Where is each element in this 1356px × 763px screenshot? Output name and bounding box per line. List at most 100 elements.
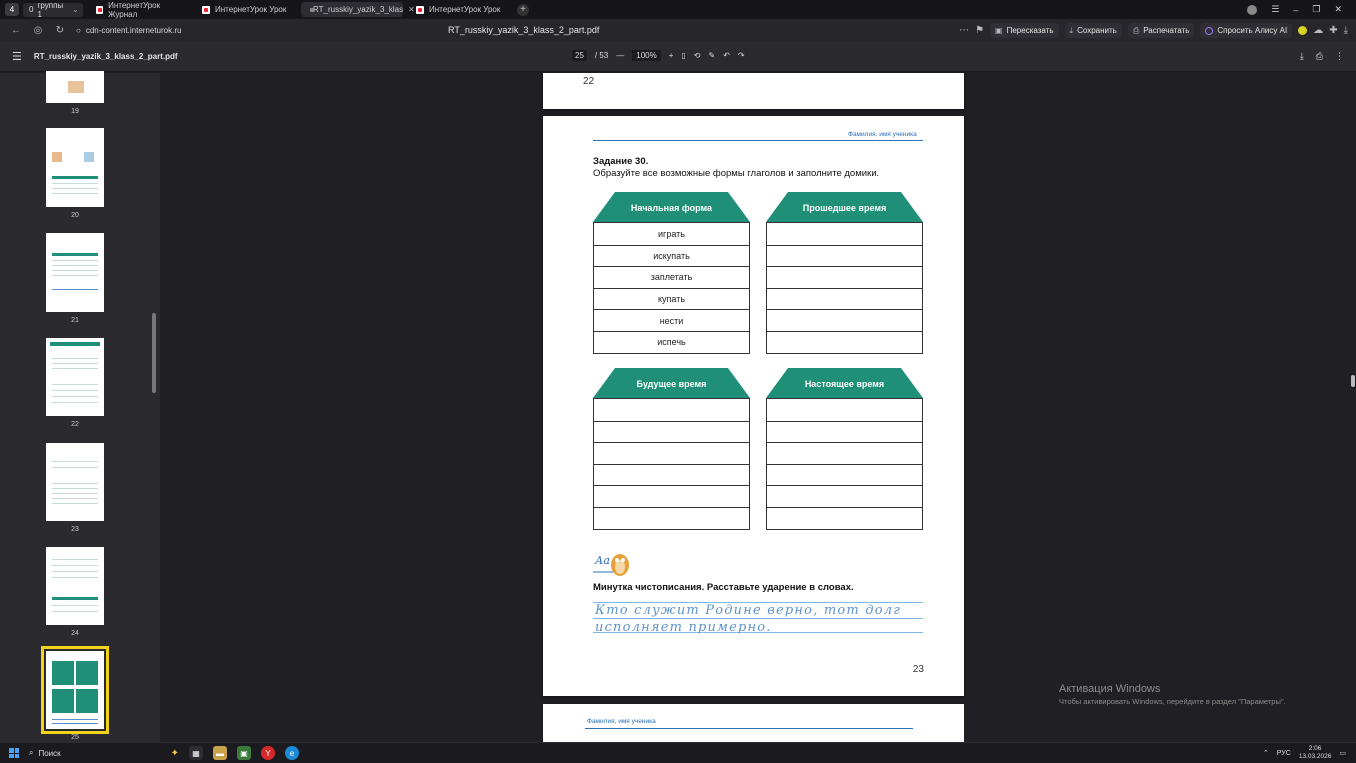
redo-icon[interactable]: ↷ [738, 51, 745, 60]
fit-page-icon[interactable]: ▯ [681, 51, 685, 60]
zoom-in-icon[interactable]: + [669, 51, 674, 60]
notification-icon[interactable]: ▭ [1339, 749, 1346, 757]
tab-group-count: 0 [29, 5, 34, 14]
thumb-line [52, 565, 98, 566]
student-name-label: Фамилия, имя ученика [587, 718, 656, 725]
rotate-icon[interactable]: ⟲ [694, 51, 701, 60]
new-tab-button[interactable]: + [517, 3, 529, 16]
thumbnail-page-25-selected[interactable] [41, 646, 109, 734]
draw-icon[interactable]: ✎ [709, 51, 716, 60]
sidebar-scrollbar[interactable] [152, 313, 156, 393]
zoom-out-icon[interactable]: — [616, 51, 624, 60]
tab-group-pill[interactable]: 0 группы 1 ⌄ [23, 1, 83, 19]
pdf-viewer: 22 Фамилия, имя ученика Задание 30. Обра… [160, 73, 1356, 742]
thumb-line [52, 461, 98, 462]
student-name-label: Фамилия, имя ученика [848, 131, 917, 138]
tab-interneturok-lesson-2[interactable]: ИнтернетУрок Урок [409, 2, 509, 17]
more-icon[interactable]: ⋯ [959, 25, 969, 36]
windows-start-icon[interactable] [9, 748, 19, 758]
house-initial-form: Начальная форма играть искупать заплетат… [593, 192, 750, 354]
restore-icon[interactable]: ❐ [1312, 4, 1320, 15]
bookmark-icon[interactable]: ⚑ [975, 25, 984, 36]
pdf-more-icon[interactable]: ⋮ [1335, 51, 1344, 62]
thumbnail-page-22[interactable] [46, 338, 104, 416]
palette-icon[interactable]: ☁ [1313, 25, 1323, 36]
clock-date: 13.03.2026 [1298, 753, 1332, 760]
thumb-table-header [52, 176, 98, 179]
chevron-down-icon: ⌄ [72, 5, 79, 14]
tab-interneturok-journal[interactable]: ИнтернетУрок Журнал [89, 0, 189, 19]
tab-interneturok-lesson[interactable]: ИнтернетУрок Урок [195, 2, 295, 17]
verb-cell: искупать [594, 244, 749, 267]
store-icon[interactable]: ▣ [237, 746, 251, 760]
thumb-line [52, 260, 98, 261]
downloads-icon[interactable]: ⤓ [1344, 25, 1348, 36]
menu-icon[interactable]: ☰ [1271, 4, 1279, 15]
page-number: 23 [912, 664, 924, 675]
undo-icon[interactable]: ↶ [723, 51, 730, 60]
plus-icon: + [520, 4, 526, 15]
thumb-line [52, 577, 98, 578]
answer-cell [767, 287, 922, 310]
extension-shield-icon[interactable]: ◎ [32, 25, 44, 36]
thumb-line [52, 611, 98, 612]
reload-icon[interactable]: ↻ [54, 25, 66, 36]
answer-cell [594, 485, 749, 507]
thumb-line [52, 719, 98, 720]
thumbnail-page-23[interactable] [46, 443, 104, 521]
taskbar-search[interactable]: ⌕ Поиск ✦ [29, 746, 179, 761]
ask-alice-button[interactable]: Спросить Алису AI [1200, 23, 1293, 38]
extension-icon[interactable] [1298, 26, 1308, 35]
thumb-line [52, 396, 98, 397]
tab-pdf-active[interactable]: RT_russkiy_yazik_3_klas ✕ [301, 2, 415, 17]
thumbnail-number: 23 [71, 526, 79, 533]
mascot-letters: Аа [595, 554, 610, 567]
tab-label: RT_russkiy_yazik_3_klas [313, 5, 404, 14]
file-explorer-icon[interactable]: ▬ [213, 746, 227, 760]
page-number-input[interactable]: 25 [572, 50, 587, 61]
windows-taskbar: ⌕ Поиск ✦ ▦ ▬ ▣ Y e ⌃ РУС 2:06 13.03.202… [0, 742, 1356, 763]
thumbnail-page-24[interactable] [46, 547, 104, 625]
calligraphy-line-2: исполняет примерно. [595, 620, 772, 635]
house-title: Начальная форма [630, 203, 713, 213]
thumbnail-number: 21 [71, 317, 79, 324]
tab-counter-button[interactable]: 4 [5, 3, 19, 16]
profile-avatar[interactable] [1247, 4, 1258, 15]
puzzle-icon[interactable]: ✚ [1329, 25, 1337, 36]
thumbnail-page-19[interactable] [46, 71, 104, 103]
minimize-icon[interactable]: – [1293, 5, 1298, 15]
zoom-level-input[interactable]: 100% [632, 50, 661, 61]
thumb-illustration [84, 152, 94, 162]
task-view-icon[interactable]: ▦ [189, 746, 203, 760]
task-instruction: Образуйте все возможные формы глаголов и… [593, 168, 880, 179]
pdf-download-icon[interactable]: ⤓ [1300, 51, 1304, 62]
tab-label: ИнтернетУрок Урок [215, 5, 287, 14]
save-button[interactable]: ⤓ Сохранить [1064, 23, 1122, 38]
url-field[interactable]: ○ cdn-content.interneturok.ru [76, 26, 276, 35]
yandex-browser-icon[interactable]: Y [261, 746, 275, 760]
thumbnail-page-20[interactable] [46, 128, 104, 207]
edge-icon[interactable]: e [285, 746, 299, 760]
print-button[interactable]: ⎙ Распечатать [1127, 23, 1195, 38]
clock[interactable]: 2:06 13.03.2026 [1299, 745, 1332, 761]
thumbnail-page-21[interactable] [46, 233, 104, 312]
tab-label: ИнтернетУрок Журнал [108, 0, 161, 19]
house-title: Настоящее время [804, 379, 885, 389]
download-icon: ⤓ [1069, 25, 1074, 35]
viewer-scrollbar[interactable] [1351, 375, 1355, 387]
sidebar-menu-icon[interactable]: ☰ [12, 50, 22, 63]
thumb-line [52, 188, 98, 189]
retell-button[interactable]: ▣ Пересказать [990, 23, 1059, 38]
back-arrow-icon[interactable]: ← [10, 25, 22, 36]
verb-cell: нести [594, 309, 749, 331]
verb-cell: испечь [594, 330, 749, 353]
pdf-print-icon[interactable]: ⎙ [1316, 51, 1323, 62]
close-window-icon[interactable]: ✕ [1334, 4, 1342, 15]
chevron-up-icon[interactable]: ⌃ [1263, 749, 1269, 757]
pdf-page-previous: 22 [543, 73, 964, 109]
language-indicator[interactable]: РУС [1277, 750, 1291, 757]
thumb-line [52, 384, 98, 385]
house-title: Прошедшее время [802, 203, 887, 213]
address-bar: ← ◎ ↻ ○ cdn-content.interneturok.ru RT_r… [0, 19, 1356, 42]
thumbnail-number: 24 [71, 630, 79, 637]
